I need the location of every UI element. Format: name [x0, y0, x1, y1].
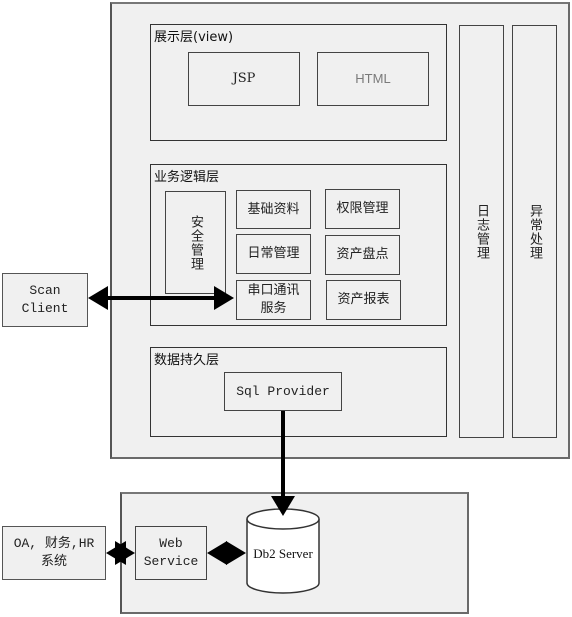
- oa-system-label-line2: 系统: [40, 554, 67, 569]
- jsp-module: JSP: [188, 52, 300, 106]
- asset-inventory-label: 资产盘点: [336, 247, 389, 262]
- permission-label: 权限管理: [336, 201, 389, 216]
- web-service-label-line1: Web: [159, 536, 183, 551]
- html-label: HTML: [355, 71, 391, 86]
- exception-handling-label: 异常处理: [527, 203, 542, 260]
- log-management-label: 日志管理: [474, 203, 489, 260]
- permission-module: 权限管理: [325, 189, 400, 229]
- basic-data-label: 基础资料: [247, 201, 300, 217]
- daily-management-label: 日常管理: [247, 246, 300, 261]
- oa-finance-hr-system-box: OA, 财务,HR 系统: [2, 526, 106, 580]
- security-module: 安全管理: [165, 191, 226, 294]
- web-service-box: Web Service: [135, 526, 207, 580]
- sql-provider-label: Sql Provider: [236, 383, 330, 399]
- asset-report-label: 资产报表: [337, 292, 390, 307]
- presentation-layer-title: 展示层(view): [154, 30, 234, 45]
- web-service-label-line2: Service: [143, 554, 199, 569]
- security-label: 安全管理: [188, 214, 203, 271]
- exception-handling-column: 异常处理: [512, 25, 557, 438]
- asset-inventory-module: 资产盘点: [325, 235, 400, 275]
- log-management-column: 日志管理: [459, 25, 504, 438]
- serial-comm-label-line1: 串口通讯: [247, 283, 300, 298]
- scan-client-label-line1: Scan: [29, 283, 61, 298]
- jsp-label: JSP: [232, 71, 256, 86]
- asset-report-module: 资产报表: [326, 280, 401, 320]
- persistence-layer-title: 数据持久层: [154, 353, 220, 368]
- business-logic-layer-title: 业务逻辑层: [154, 170, 220, 185]
- sql-provider-module: Sql Provider: [224, 372, 342, 411]
- basic-data-module: 基础资料: [236, 190, 311, 229]
- oa-system-label-line1: OA, 财务,HR: [13, 536, 95, 551]
- html-module: HTML: [317, 52, 429, 106]
- db2-server-label: Db2 Server: [253, 546, 313, 561]
- scan-client-box: Scan Client: [2, 273, 88, 327]
- scan-client-label-line2: Client: [21, 301, 69, 316]
- serial-comm-module: 串口通讯 服务: [236, 280, 311, 320]
- daily-management-module: 日常管理: [236, 234, 311, 274]
- serial-comm-label-line2: 服务: [260, 301, 287, 316]
